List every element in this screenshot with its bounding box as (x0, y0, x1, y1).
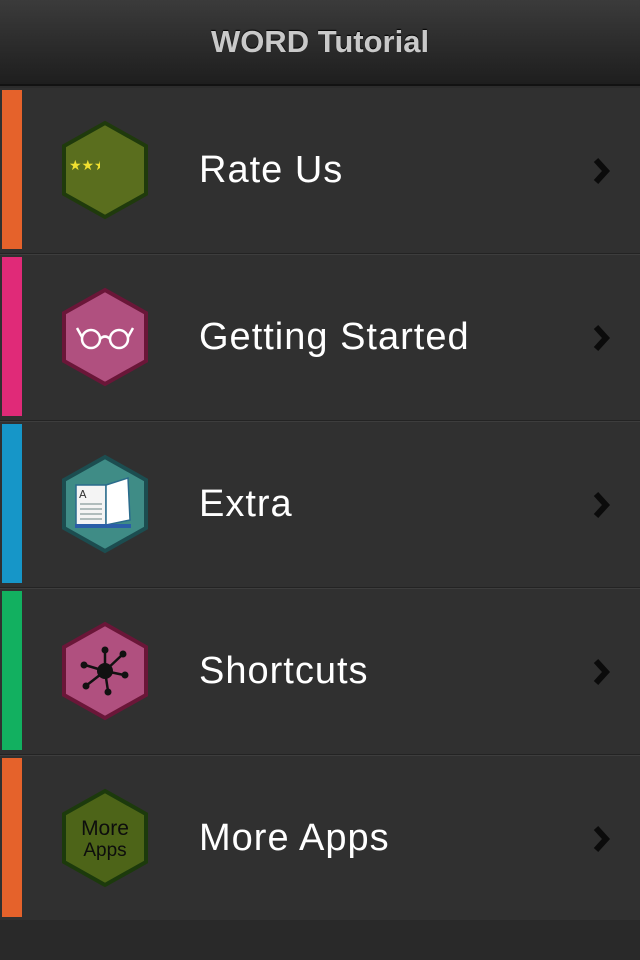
menu-item-label: More Apps (199, 817, 390, 859)
stars-icon: ★★ ★ (62, 120, 148, 220)
accent-stripe (2, 90, 22, 249)
menu-item-more-apps[interactable]: More Apps More Apps (0, 756, 640, 923)
menu-item-label: Rate Us (199, 149, 344, 191)
menu-item-label: Shortcuts (199, 650, 369, 692)
menu-item-getting-started[interactable]: Getting Started (0, 255, 640, 422)
more-apps-icon: More Apps (62, 788, 148, 888)
navigation-bar: WORD Tutorial (0, 0, 640, 86)
chevron-right-icon (593, 825, 611, 853)
menu-item-label: Getting Started (199, 316, 470, 358)
menu-item-extra[interactable]: A Extra (0, 422, 640, 589)
accent-stripe (2, 591, 22, 750)
page-title: WORD Tutorial (210, 24, 430, 59)
chevron-right-icon (593, 157, 611, 185)
chevron-right-icon (593, 324, 611, 352)
menu-item-label: Extra (199, 483, 293, 525)
book-icon: A (62, 454, 148, 554)
chevron-right-icon (593, 491, 611, 519)
menu-item-shortcuts[interactable]: Shortcuts (0, 589, 640, 756)
accent-stripe (2, 758, 22, 917)
glasses-icon (62, 287, 148, 387)
accent-stripe (2, 424, 22, 583)
svg-text:A: A (79, 488, 87, 501)
network-icon (62, 621, 148, 721)
accent-stripe (2, 257, 22, 416)
chevron-right-icon (593, 658, 611, 686)
svg-text:★★: ★★ (69, 158, 94, 174)
more-apps-icon-text-1: More (81, 817, 129, 840)
menu-item-rate-us[interactable]: ★★ ★ Rate Us (0, 88, 640, 255)
more-apps-icon-text-2: Apps (83, 840, 126, 861)
menu-list: ★★ ★ Rate Us Getting Started (0, 88, 640, 923)
footer-bar (0, 920, 640, 960)
